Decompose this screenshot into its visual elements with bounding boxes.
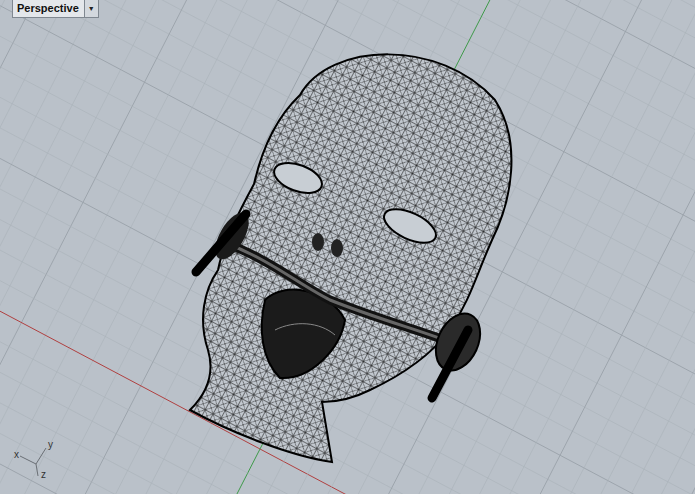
axis-gizmo-icon: x y z bbox=[12, 434, 72, 480]
head-wireframe[interactable] bbox=[150, 20, 550, 480]
perspective-viewport[interactable]: Perspective▼ x y z bbox=[0, 0, 695, 494]
construction-grid bbox=[0, 0, 695, 494]
viewport-tab[interactable]: Perspective▼ bbox=[12, 0, 99, 18]
viewport-title[interactable]: Perspective bbox=[13, 0, 84, 17]
svg-text:y: y bbox=[48, 439, 53, 450]
strap[interactable] bbox=[196, 207, 489, 398]
model-canvas[interactable] bbox=[0, 0, 695, 494]
viewport-menu-button[interactable]: ▼ bbox=[84, 0, 98, 17]
svg-text:z: z bbox=[41, 469, 46, 480]
svg-text:x: x bbox=[14, 449, 19, 460]
